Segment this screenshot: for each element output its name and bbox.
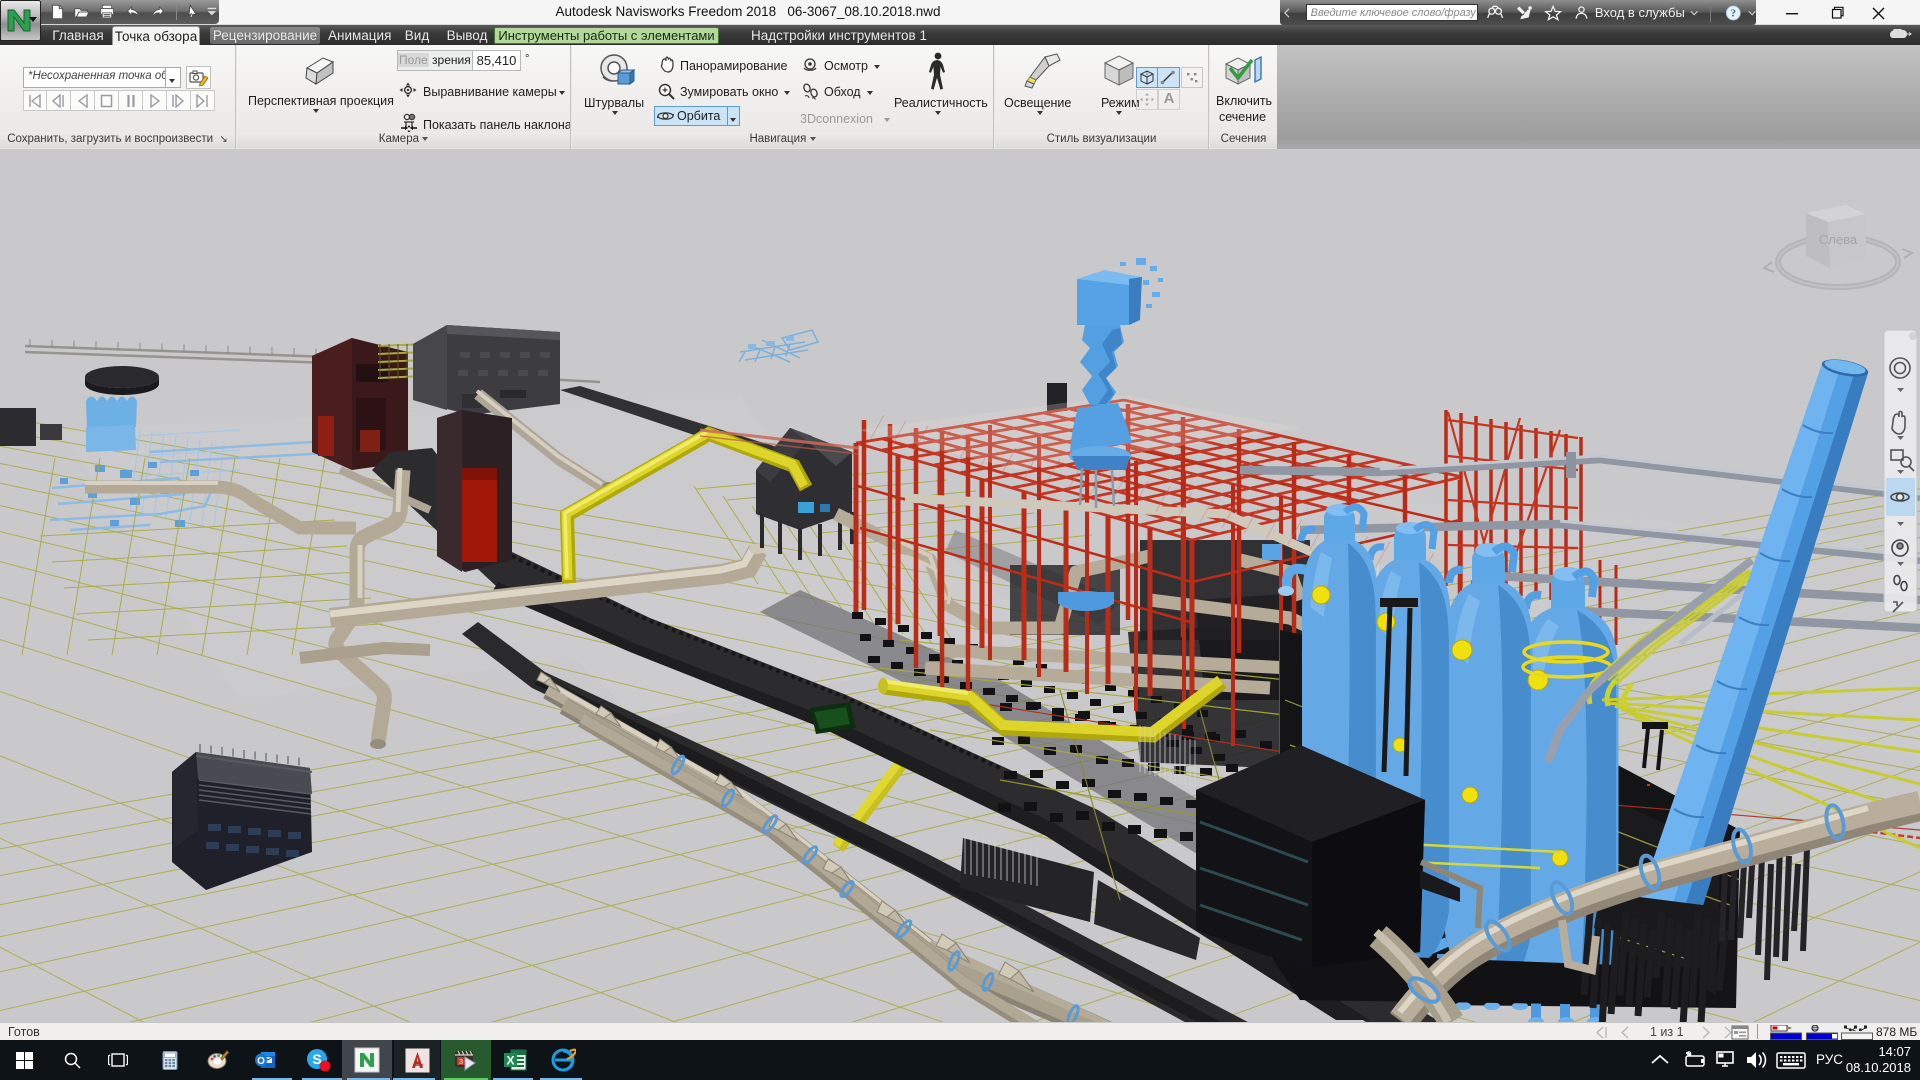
svg-text:X: X (506, 1054, 514, 1068)
svg-text:O: O (257, 1056, 265, 1067)
svg-text:?: ? (1731, 7, 1736, 19)
svg-text:3: 3 (459, 1059, 463, 1066)
svg-text:Слева: Слева (1819, 232, 1858, 247)
